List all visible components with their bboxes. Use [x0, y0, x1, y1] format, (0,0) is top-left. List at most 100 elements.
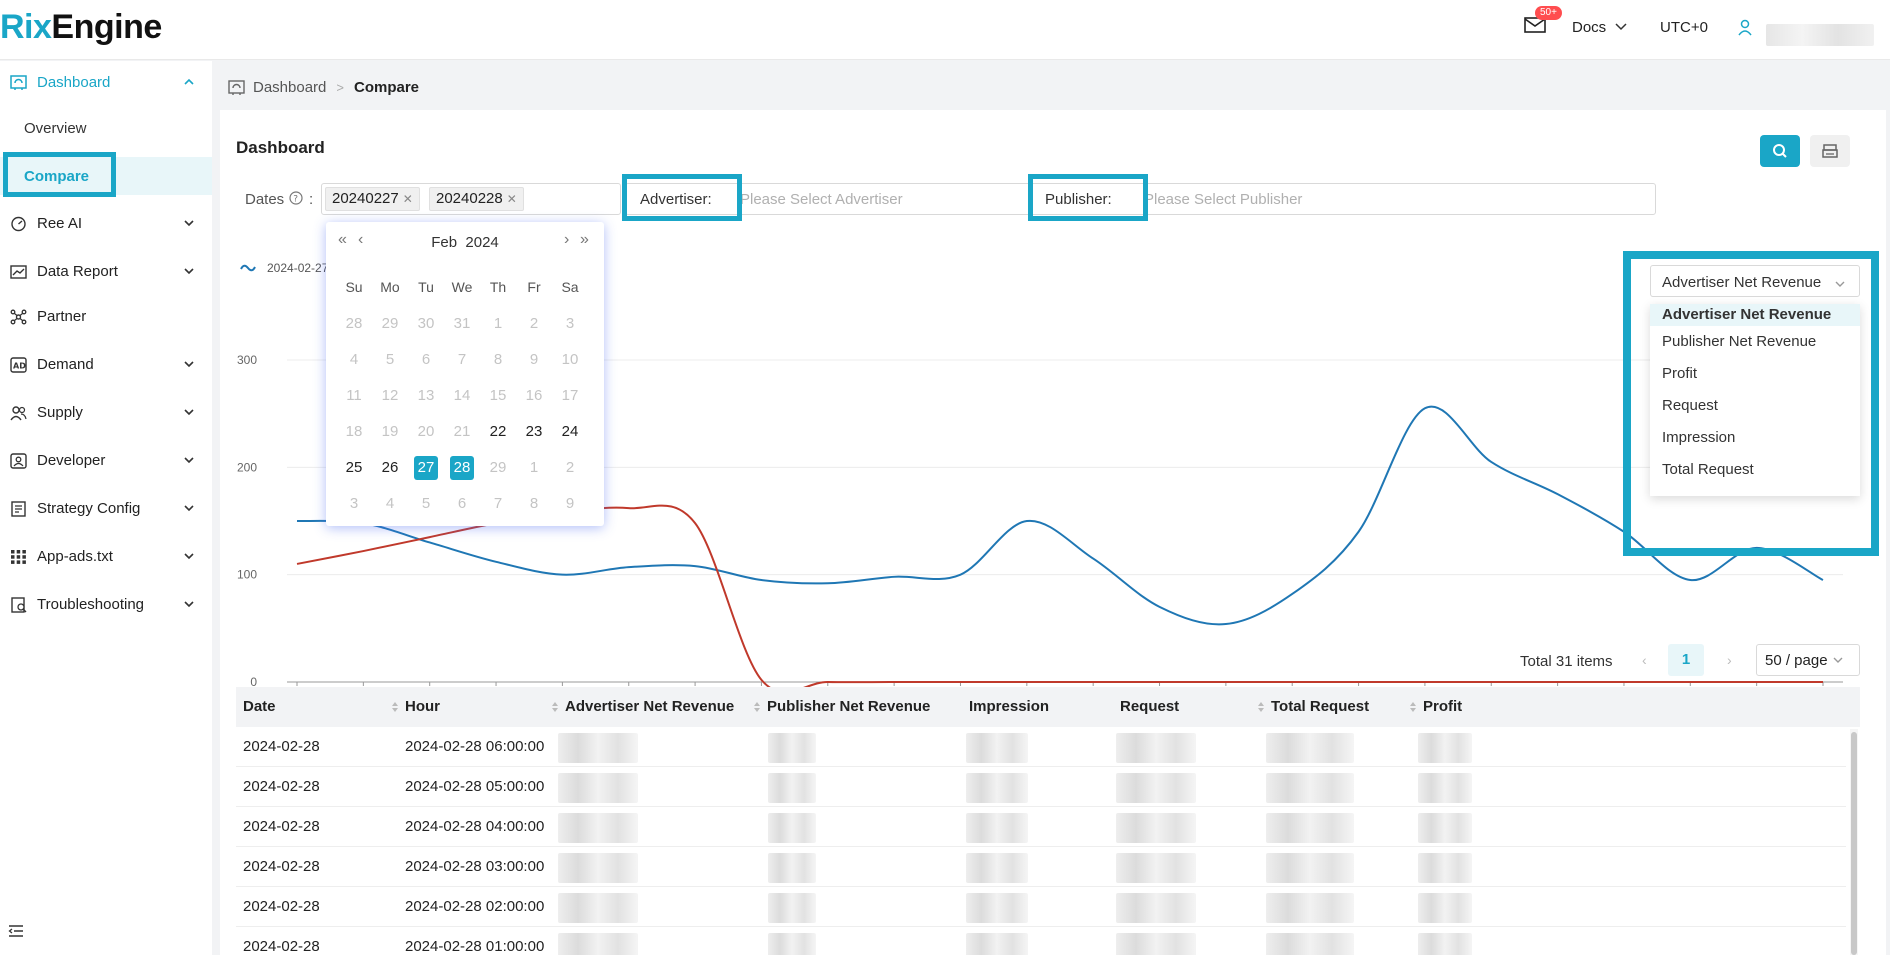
- calendar-day[interactable]: 24: [552, 414, 588, 450]
- redacted-cell: [966, 893, 1028, 923]
- dashboard-icon: [228, 79, 245, 95]
- table-row[interactable]: 2024-02-28 2024-02-28 03:00:00: [236, 847, 1846, 887]
- dates-range-picker[interactable]: 20240227 ✕ 20240228 ✕: [321, 183, 621, 215]
- calendar-day[interactable]: 22: [480, 414, 516, 450]
- chevron-down-icon: [184, 601, 194, 608]
- table-row[interactable]: 2024-02-28 2024-02-28 05:00:00: [236, 767, 1846, 807]
- table-row[interactable]: 2024-02-28 2024-02-28 01:00:00: [236, 927, 1846, 955]
- sort-icon[interactable]: [1257, 701, 1265, 713]
- date-tag[interactable]: 20240228 ✕: [429, 187, 524, 211]
- date-tag-value: 20240227: [332, 190, 399, 207]
- breadcrumb-root[interactable]: Dashboard: [253, 79, 326, 96]
- date-tag[interactable]: 20240227 ✕: [325, 187, 420, 211]
- docs-menu[interactable]: Docs: [1572, 19, 1628, 36]
- highlight-box-compare: [3, 152, 116, 197]
- calendar-day-selected[interactable]: 27: [408, 450, 444, 486]
- sidebar-item-developer[interactable]: Developer: [0, 439, 212, 483]
- cell-hour: 2024-02-28 01:00:00: [405, 938, 545, 955]
- sidebar-item-ree-ai[interactable]: Ree AI: [0, 202, 212, 246]
- print-button[interactable]: [1810, 135, 1850, 167]
- sort-icon[interactable]: [551, 701, 559, 713]
- sort-icon[interactable]: [1409, 701, 1417, 713]
- column-header[interactable]: Hour: [405, 698, 440, 715]
- table-row[interactable]: 2024-02-28 2024-02-28 06:00:00: [236, 727, 1846, 767]
- sidebar-item-data-report[interactable]: Data Report: [0, 250, 212, 294]
- calendar-day: 30: [408, 306, 444, 342]
- close-icon[interactable]: ✕: [403, 192, 413, 206]
- sidebar-item-dashboard[interactable]: Dashboard: [0, 61, 212, 105]
- column-header[interactable]: Total Request: [1271, 698, 1369, 715]
- weekday-label: Th: [489, 279, 507, 295]
- help-question-icon[interactable]: ?: [289, 191, 303, 205]
- table-scrollbar-thumb[interactable]: [1851, 732, 1857, 955]
- next-page-icon[interactable]: ›: [1727, 652, 1732, 668]
- column-header[interactable]: Publisher Net Revenue: [767, 698, 930, 715]
- sidebar-item-demand[interactable]: AD Demand: [0, 343, 212, 387]
- column-header[interactable]: Profit: [1423, 698, 1462, 715]
- column-header[interactable]: Date: [243, 698, 276, 715]
- strategy-icon: [11, 501, 26, 517]
- calendar-day[interactable]: 25: [336, 450, 372, 486]
- chevron-down-icon: [184, 409, 194, 416]
- calendar-day[interactable]: 26: [372, 450, 408, 486]
- sidebar-item-supply[interactable]: Supply: [0, 391, 212, 435]
- highlight-box-publisher: [1028, 174, 1148, 221]
- next-month-icon[interactable]: ›: [564, 231, 569, 249]
- cell-hour: 2024-02-28 04:00:00: [405, 818, 545, 835]
- page-number-button[interactable]: 1: [1668, 644, 1704, 676]
- prev-page-icon[interactable]: ‹: [1642, 652, 1647, 668]
- column-header[interactable]: Advertiser Net Revenue: [565, 698, 734, 715]
- calendar-day-number: 19: [381, 423, 399, 440]
- calendar-title[interactable]: Feb 2024: [326, 234, 604, 251]
- timezone-selector[interactable]: UTC+0: [1660, 19, 1708, 36]
- redacted-cell: [966, 733, 1028, 763]
- calendar-day-number: 7: [457, 351, 467, 368]
- calendar-day: 4: [372, 486, 408, 522]
- user-icon[interactable]: [1737, 19, 1753, 37]
- collapse-sidebar-icon[interactable]: [8, 924, 24, 938]
- calendar-day-number: 30: [417, 315, 435, 332]
- sort-icon[interactable]: [753, 701, 761, 713]
- column-header[interactable]: Request: [1120, 698, 1179, 715]
- calendar-day-number: 29: [489, 459, 507, 476]
- calendar-day[interactable]: 23: [516, 414, 552, 450]
- grid-icon: [11, 550, 26, 564]
- sidebar-item-label: Developer: [37, 452, 106, 469]
- calendar-day: 29: [372, 306, 408, 342]
- calendar-day-number: 16: [525, 387, 543, 404]
- calendar-month[interactable]: Feb: [431, 234, 457, 251]
- search-button[interactable]: [1760, 135, 1800, 167]
- sidebar-item-partner[interactable]: Partner: [0, 295, 212, 339]
- legend-line-icon[interactable]: [240, 261, 256, 273]
- redacted-cell: [768, 813, 816, 843]
- column-header[interactable]: Impression: [969, 698, 1049, 715]
- sidebar-item-app-ads-txt[interactable]: App-ads.txt: [0, 535, 212, 579]
- calendar-day-number: 7: [493, 495, 503, 512]
- date-tag-value: 20240228: [436, 190, 503, 207]
- table-row[interactable]: 2024-02-28 2024-02-28 04:00:00: [236, 807, 1846, 847]
- cell-hour: 2024-02-28 03:00:00: [405, 858, 545, 875]
- sidebar-subitem-overview[interactable]: Overview: [24, 120, 87, 137]
- calendar-day-number: 28: [345, 315, 363, 332]
- weekday-label: Sa: [561, 279, 579, 295]
- calendar-year[interactable]: 2024: [465, 234, 498, 251]
- users-icon: [10, 406, 27, 421]
- sidebar-item-troubleshooting[interactable]: Troubleshooting: [0, 583, 212, 627]
- legend-label[interactable]: 2024-02-27: [267, 261, 328, 275]
- chevron-down-icon: [184, 220, 194, 227]
- search-icon: [1773, 144, 1787, 158]
- cell-hour: 2024-02-28 06:00:00: [405, 738, 545, 755]
- username-redacted[interactable]: [1766, 24, 1874, 46]
- sort-icon[interactable]: [391, 701, 399, 713]
- close-icon[interactable]: ✕: [507, 192, 517, 206]
- calendar-day-number: 26: [381, 459, 399, 476]
- page-size-select[interactable]: 50 / page: [1756, 644, 1860, 676]
- next-year-icon[interactable]: »: [580, 231, 589, 249]
- sidebar-item-strategy-config[interactable]: Strategy Config: [0, 487, 212, 531]
- calendar-day-number: 6: [421, 351, 431, 368]
- calendar-day: 13: [408, 378, 444, 414]
- logo[interactable]: RixEngine: [0, 8, 162, 47]
- table-row[interactable]: 2024-02-28 2024-02-28 02:00:00: [236, 887, 1846, 927]
- calendar-day-number: 25: [345, 459, 363, 476]
- calendar-day-selected[interactable]: 28: [444, 450, 480, 486]
